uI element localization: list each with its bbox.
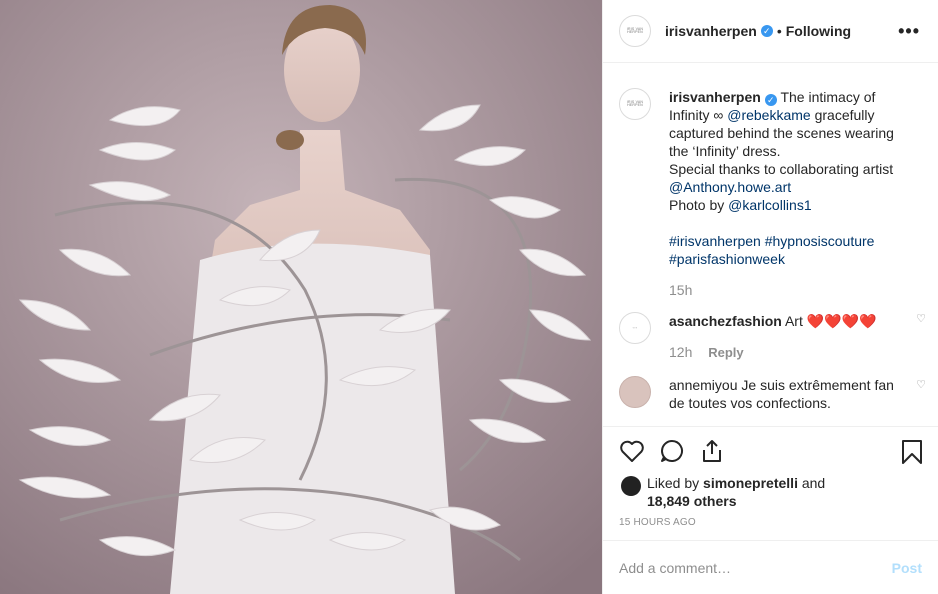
post-button[interactable]: Post [892, 560, 922, 576]
comment-username[interactable]: asanchezfashion [669, 313, 782, 329]
mention-link[interactable]: @Anthony.howe.art [669, 179, 791, 195]
comments-list[interactable]: IRIS VAN HERPEN irisvanherpen ✓ The intim… [603, 64, 938, 426]
caption-text: irisvanherpen ✓ The intimacy of Infinity … [669, 88, 913, 268]
verified-badge-icon: ✓ [760, 25, 773, 37]
avatar[interactable]: IRIS VAN HERPEN [619, 15, 651, 47]
separator: • [776, 23, 782, 39]
hashtag-link[interactable]: #hypnosiscouture [765, 233, 875, 249]
avatar[interactable] [619, 376, 651, 408]
liker-username[interactable]: simonepretelli [703, 475, 798, 491]
avatar[interactable]: IRIS VAN HERPEN [619, 88, 651, 120]
caption-line: Special thanks to collaborating artist [669, 161, 894, 177]
share-icon[interactable] [700, 439, 724, 463]
heart-icon[interactable] [619, 439, 645, 463]
mention-link[interactable]: @karlcollins1 [728, 197, 811, 213]
caption-username[interactable]: irisvanherpen [669, 89, 761, 105]
verified-badge-icon: ✓ [764, 94, 777, 106]
avatar[interactable]: ◦◦◦ [619, 312, 651, 344]
comment-text: annemiyou Je suis extrêmement fan de tou… [669, 376, 899, 412]
post-photo[interactable] [0, 0, 602, 594]
caption: IRIS VAN HERPEN irisvanherpen ✓ The intim… [619, 88, 922, 298]
likes-summary: Liked by simonepretelli and 18,849 other… [621, 474, 825, 510]
avatar-logo-text: ◦◦◦ [632, 325, 638, 330]
avatar-logo-text: IRIS VAN HERPEN [626, 26, 644, 34]
post-modal: IRIS VAN HERPEN irisvanherpen ✓ • Follow… [0, 0, 938, 594]
header-username[interactable]: irisvanherpen [665, 23, 757, 39]
caption-time[interactable]: 15h [669, 282, 913, 298]
like-comment-heart-icon[interactable]: ♡ [916, 378, 926, 391]
comment-icon[interactable] [659, 439, 685, 463]
comment-item: ◦◦◦ asanchezfashion Art ❤️❤️❤️❤️ 12h Rep… [619, 312, 926, 360]
bookmark-icon[interactable] [901, 439, 923, 465]
likes-suffix: and [797, 475, 826, 491]
avatar-logo-text: IRIS VAN HERPEN [626, 99, 644, 107]
add-comment-input[interactable] [619, 559, 892, 576]
comment-time[interactable]: 12h [669, 344, 692, 360]
comment-meta: 12h Reply [669, 344, 899, 360]
likes-text: Liked by simonepretelli and 18,849 other… [647, 474, 825, 510]
more-horizontal-icon[interactable]: ••• [898, 21, 920, 42]
comment-item: annemiyou Je suis extrêmement fan de tou… [619, 376, 926, 412]
post-side-panel: IRIS VAN HERPEN irisvanherpen ✓ • Follow… [602, 0, 938, 594]
hashtag-link[interactable]: #irisvanherpen [669, 233, 761, 249]
reply-button[interactable]: Reply [708, 345, 743, 360]
post-timestamp[interactable]: 15 HOURS AGO [619, 517, 696, 528]
likes-prefix: Liked by [647, 475, 704, 491]
likes-count[interactable]: 18,849 others [647, 493, 737, 509]
liker-avatar[interactable] [621, 476, 641, 496]
photo-illustration [0, 0, 602, 594]
post-header: IRIS VAN HERPEN irisvanherpen ✓ • Follow… [603, 0, 938, 63]
like-comment-heart-icon[interactable]: ♡ [916, 312, 926, 325]
add-comment-bar: Post [603, 540, 938, 594]
action-bar [603, 426, 938, 466]
mention-link[interactable]: @rebekkame [727, 107, 810, 123]
following-button[interactable]: Following [786, 23, 851, 39]
caption-line: Photo by [669, 197, 729, 213]
comment-body: Art ❤️❤️❤️❤️ [784, 313, 877, 329]
comment-username[interactable]: annemiyou [669, 377, 738, 393]
comment-text: asanchezfashion Art ❤️❤️❤️❤️ [669, 312, 899, 330]
hashtag-link[interactable]: #parisfashionweek [669, 251, 785, 267]
